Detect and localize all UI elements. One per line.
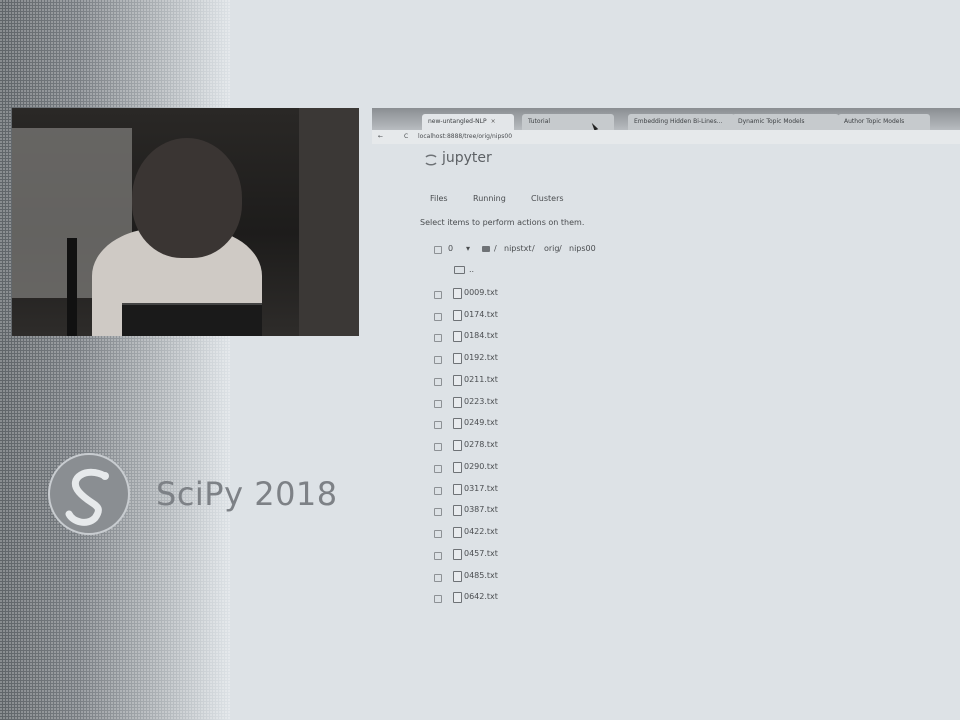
jupyter-logo-icon (425, 154, 437, 166)
tab-running[interactable]: Running (473, 194, 506, 203)
jupyter-logo-text[interactable]: jupyter (442, 150, 492, 166)
file-name[interactable]: 0174.txt (464, 310, 498, 319)
file-name[interactable]: 0278.txt (464, 440, 498, 449)
file-icon (453, 310, 462, 321)
file-name[interactable]: 0317.txt (464, 484, 498, 493)
select-all-checkbox[interactable] (434, 246, 442, 254)
row-checkbox[interactable] (434, 334, 442, 342)
reload-icon[interactable]: C (404, 130, 408, 144)
browser-tab-1[interactable]: new-untangled-NLP × (422, 114, 514, 130)
row-checkbox[interactable] (434, 356, 442, 364)
file-icon (453, 592, 462, 603)
back-arrow-icon[interactable]: ← (378, 130, 383, 144)
file-icon (453, 375, 462, 386)
wall (299, 108, 359, 336)
file-name[interactable]: 0485.txt (464, 571, 498, 580)
selected-count: 0 (448, 244, 454, 253)
row-checkbox[interactable] (434, 508, 442, 516)
file-icon (453, 505, 462, 516)
row-checkbox[interactable] (434, 465, 442, 473)
file-icon (453, 331, 462, 342)
speaker-video-feed (12, 108, 359, 336)
conference-title: SciPy 2018 (156, 475, 338, 513)
breadcrumb-separator: / (532, 244, 535, 253)
browser-tab-label: new-untangled-NLP (428, 118, 487, 125)
file-name[interactable]: 0184.txt (464, 331, 498, 340)
speaker-head (132, 138, 242, 258)
file-name[interactable]: 0642.txt (464, 592, 498, 601)
microphone-stand (67, 238, 77, 336)
file-icon (453, 440, 462, 451)
browser-tab-5[interactable]: Author Topic Models (838, 114, 930, 130)
breadcrumb-item[interactable]: orig (544, 244, 559, 253)
breadcrumb-item[interactable]: nipstxt (504, 244, 532, 253)
file-icon (453, 397, 462, 408)
breadcrumb-separator: / (559, 244, 562, 253)
file-icon (453, 353, 462, 364)
file-name[interactable]: 0387.txt (464, 505, 498, 514)
file-name[interactable]: 0192.txt (464, 353, 498, 362)
row-checkbox[interactable] (434, 595, 442, 603)
file-name[interactable]: 0223.txt (464, 397, 498, 406)
tab-clusters[interactable]: Clusters (531, 194, 564, 203)
file-icon (453, 549, 462, 560)
file-icon (453, 571, 462, 582)
row-checkbox[interactable] (434, 378, 442, 386)
row-checkbox[interactable] (434, 400, 442, 408)
browser-tab-4[interactable]: Dynamic Topic Models (732, 114, 839, 130)
tab-files[interactable]: Files (430, 194, 448, 203)
file-icon (453, 288, 462, 299)
breadcrumb-item[interactable]: nips00 (569, 244, 596, 253)
file-icon (453, 484, 462, 495)
file-icon (453, 527, 462, 538)
row-checkbox[interactable] (434, 421, 442, 429)
browser-window: new-untangled-NLP × Tutorial Embedding Hi… (372, 108, 960, 613)
file-icon (453, 418, 462, 429)
browser-nav-bar: ← C localhost:8888/tree/orig/nips00 (372, 130, 960, 144)
chevron-down-icon[interactable]: ▾ (466, 244, 470, 253)
folder-icon (454, 265, 465, 274)
row-checkbox[interactable] (434, 574, 442, 582)
url-bar[interactable]: localhost:8888/tree/orig/nips00 (418, 130, 512, 144)
file-name[interactable]: 0249.txt (464, 418, 498, 427)
breadcrumb-separator: / (494, 244, 497, 253)
browser-tab-label: Embedding Hidden Bi-Lines... (634, 118, 723, 125)
file-name[interactable]: 0009.txt (464, 288, 498, 297)
file-name[interactable]: 0290.txt (464, 462, 498, 471)
file-icon (453, 462, 462, 473)
browser-tab-3[interactable]: Embedding Hidden Bi-Lines... (628, 114, 735, 130)
parent-directory-row[interactable]: .. (454, 265, 474, 274)
selection-hint: Select items to perform actions on them. (420, 218, 585, 227)
row-checkbox[interactable] (434, 552, 442, 560)
browser-tab-2[interactable]: Tutorial (522, 114, 614, 130)
file-name[interactable]: 0211.txt (464, 375, 498, 384)
close-icon[interactable]: × (491, 118, 496, 125)
browser-tab-label: Dynamic Topic Models (738, 118, 805, 125)
browser-tab-bar: new-untangled-NLP × Tutorial Embedding Hi… (372, 108, 960, 131)
file-name[interactable]: 0457.txt (464, 549, 498, 558)
laptop (122, 303, 262, 336)
scipy-logo-icon (48, 453, 130, 535)
row-checkbox[interactable] (434, 530, 442, 538)
browser-tab-label: Tutorial (528, 118, 551, 125)
row-checkbox[interactable] (434, 487, 442, 495)
parent-directory-label: .. (469, 265, 475, 274)
row-checkbox[interactable] (434, 291, 442, 299)
file-name[interactable]: 0422.txt (464, 527, 498, 536)
browser-tab-label: Author Topic Models (844, 118, 905, 125)
row-checkbox[interactable] (434, 443, 442, 451)
row-checkbox[interactable] (434, 313, 442, 321)
